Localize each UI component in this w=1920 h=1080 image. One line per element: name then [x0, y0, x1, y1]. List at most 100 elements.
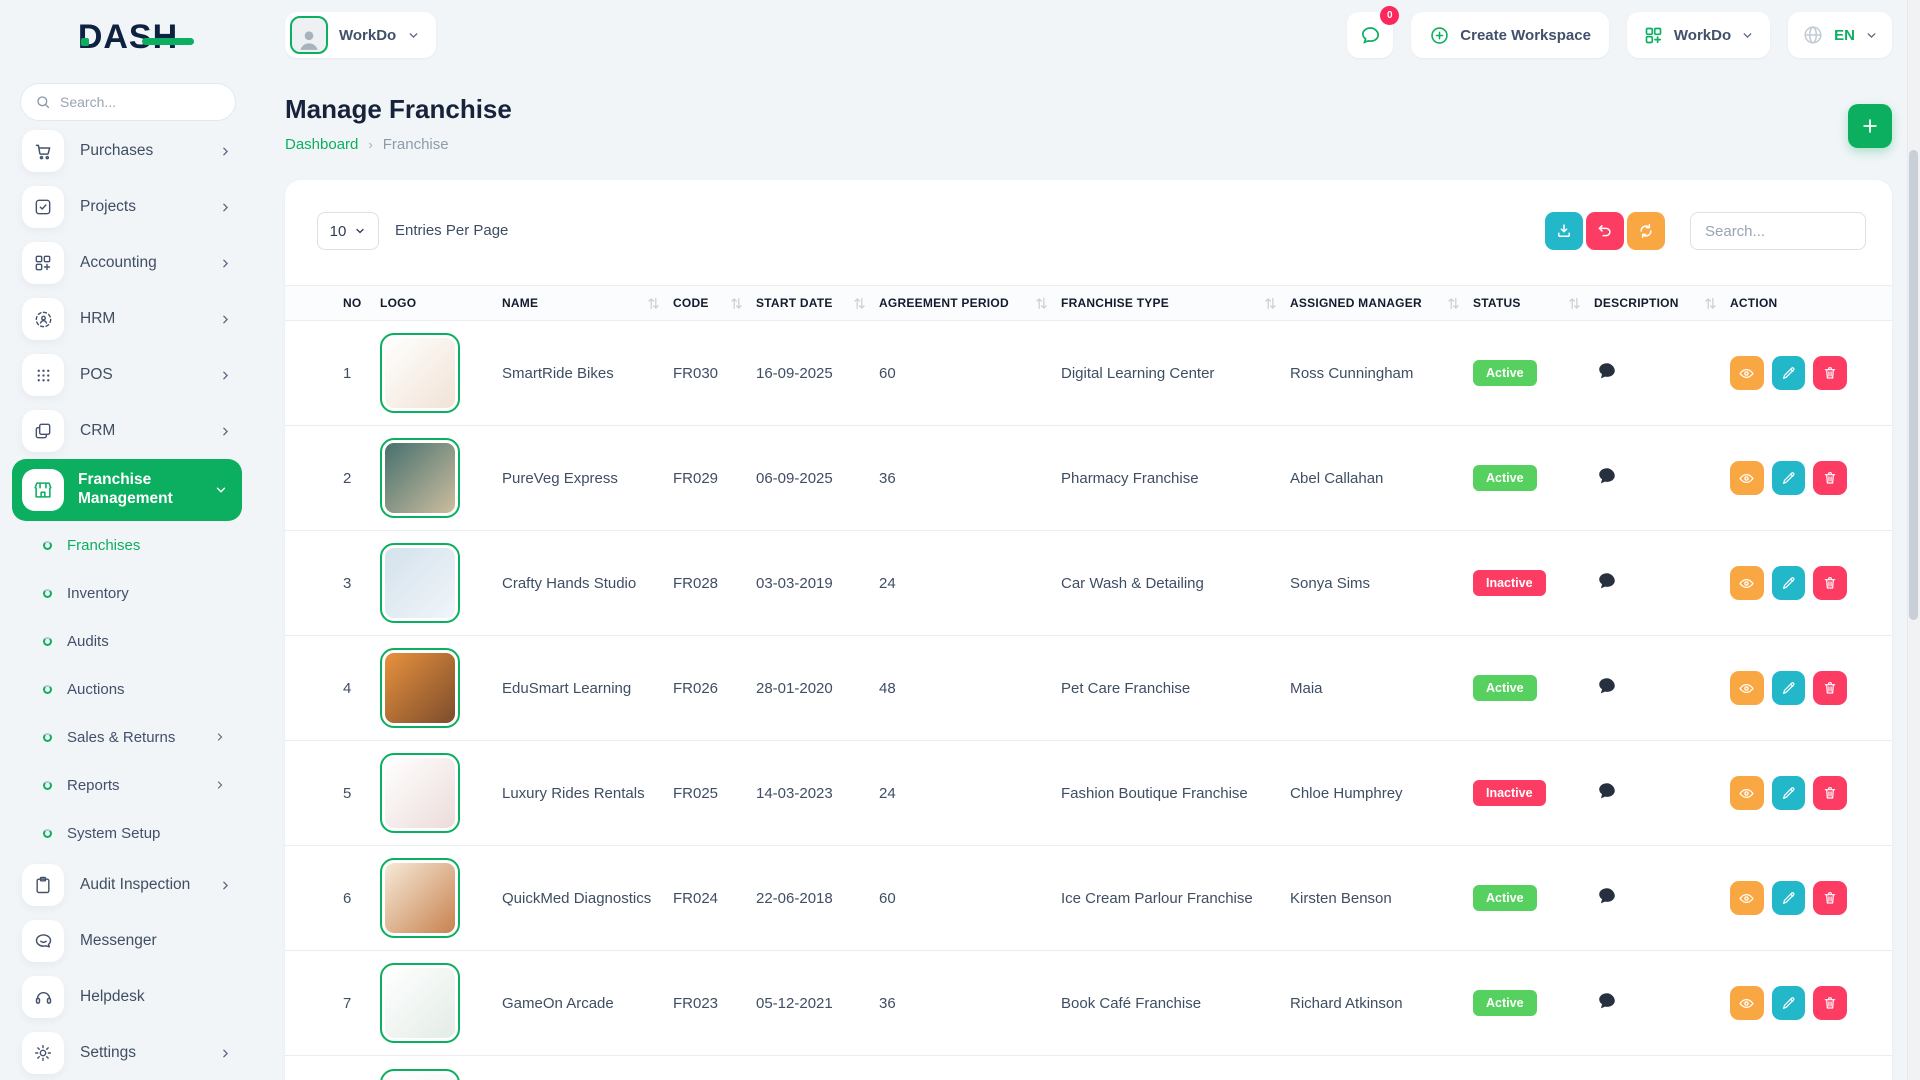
cell-name: QuickMed Diagnostics	[502, 890, 673, 907]
view-button[interactable]	[1730, 566, 1764, 600]
sidebar-item-label: Settings	[80, 1044, 203, 1062]
table-row: 1 SmartRide Bikes FR030 16-09-2025 60 Di…	[285, 321, 1892, 426]
export-download-button[interactable]	[1545, 212, 1583, 250]
delete-button[interactable]	[1813, 566, 1847, 600]
sidebar-item-helpdesk[interactable]: Helpdesk	[0, 969, 256, 1025]
sidebar-item-projects[interactable]: Projects	[0, 179, 256, 235]
sidebar-subitem-system-setup[interactable]: System Setup	[0, 809, 256, 857]
sidebar-subitem-franchises[interactable]: Franchises	[0, 521, 256, 569]
sidebar-item-label: HRM	[80, 310, 203, 328]
edit-button[interactable]	[1772, 461, 1806, 495]
edit-button[interactable]	[1772, 566, 1806, 600]
sidebar-item-messenger[interactable]: Messenger	[0, 913, 256, 969]
franchise-logo	[380, 1069, 460, 1080]
description-chat-icon[interactable]	[1596, 570, 1618, 592]
bullet-icon	[43, 829, 52, 838]
column-header-start-date[interactable]: START DATE	[756, 296, 879, 310]
franchise-logo	[380, 648, 460, 728]
sidebar-item-franchise-management[interactable]: Franchise Management	[12, 459, 242, 521]
sidebar-subitem-reports[interactable]: Reports	[0, 761, 256, 809]
workspace-switcher[interactable]: WorkDo	[285, 12, 436, 58]
status-badge: Inactive	[1473, 570, 1546, 596]
description-chat-icon[interactable]	[1596, 780, 1618, 802]
column-header-status[interactable]: STATUS	[1473, 296, 1594, 310]
sidebar-item-settings[interactable]: Settings	[0, 1025, 256, 1080]
view-button[interactable]	[1730, 671, 1764, 705]
language-selector[interactable]: EN	[1788, 12, 1892, 58]
view-button[interactable]	[1730, 881, 1764, 915]
delete-button[interactable]	[1813, 356, 1847, 390]
trash-icon	[1822, 995, 1838, 1011]
scrollbar-thumb[interactable]	[1909, 150, 1918, 620]
cell-no: 4	[343, 680, 380, 697]
sidebar: DASH Purchases Projects Accounting HRM	[0, 0, 256, 1080]
column-header-code[interactable]: CODE	[673, 296, 756, 310]
franchise-table-card: 10 Entries Per Page	[285, 180, 1892, 1080]
sidebar-subitem-sales-returns[interactable]: Sales & Returns	[0, 713, 256, 761]
column-header-description[interactable]: DESCRIPTION	[1594, 296, 1730, 310]
sidebar-search-input[interactable]	[60, 94, 210, 110]
delete-button[interactable]	[1813, 881, 1847, 915]
cart-icon	[22, 130, 64, 172]
refresh-button[interactable]	[1627, 212, 1665, 250]
table-search-input[interactable]	[1690, 212, 1866, 250]
sidebar-item-accounting[interactable]: Accounting	[0, 235, 256, 291]
description-chat-icon[interactable]	[1596, 465, 1618, 487]
sidebar-subitem-auctions[interactable]: Auctions	[0, 665, 256, 713]
workdo-menu-button[interactable]: WorkDo	[1627, 12, 1770, 58]
messages-button[interactable]: 0	[1347, 12, 1393, 58]
description-chat-icon[interactable]	[1596, 675, 1618, 697]
cell-no: 2	[343, 470, 380, 487]
sidebar-item-label: Helpdesk	[80, 988, 203, 1006]
chevron-right-icon	[219, 201, 232, 214]
sidebar-item-audit-inspection[interactable]: Audit Inspection	[0, 857, 256, 913]
sidebar-item-hrm[interactable]: HRM	[0, 291, 256, 347]
undo-button[interactable]	[1586, 212, 1624, 250]
check-square-icon	[22, 186, 64, 228]
eye-icon	[1738, 470, 1755, 487]
sidebar-item-crm[interactable]: CRM	[0, 403, 256, 459]
cell-name: Crafty Hands Studio	[502, 575, 673, 592]
page-scrollbar	[1907, 0, 1920, 1080]
edit-button[interactable]	[1772, 671, 1806, 705]
cell-franchise-type: Pet Care Franchise	[1061, 680, 1290, 697]
entries-per-page-select[interactable]: 10	[317, 212, 379, 250]
sidebar-subitem-audits[interactable]: Audits	[0, 617, 256, 665]
sidebar-item-purchases[interactable]: Purchases	[0, 123, 256, 179]
search-icon	[35, 94, 51, 110]
headset-icon	[22, 976, 64, 1018]
view-button[interactable]	[1730, 986, 1764, 1020]
chevron-right-icon	[219, 879, 232, 892]
add-franchise-button[interactable]	[1848, 104, 1892, 148]
column-header-agreement-period[interactable]: AGREEMENT PERIOD	[879, 296, 1061, 310]
chat-bubble-icon	[1359, 24, 1382, 47]
edit-button[interactable]	[1772, 776, 1806, 810]
cell-name: EduSmart Learning	[502, 680, 673, 697]
cards-icon	[22, 410, 64, 452]
edit-button[interactable]	[1772, 986, 1806, 1020]
sidebar-item-label: Messenger	[80, 932, 203, 950]
description-chat-icon[interactable]	[1596, 360, 1618, 382]
delete-button[interactable]	[1813, 776, 1847, 810]
delete-button[interactable]	[1813, 461, 1847, 495]
view-button[interactable]	[1730, 776, 1764, 810]
column-header-name[interactable]: NAME	[502, 296, 673, 310]
sidebar-subitem-inventory[interactable]: Inventory	[0, 569, 256, 617]
cell-agreement-period: 24	[879, 785, 1061, 802]
edit-button[interactable]	[1772, 881, 1806, 915]
create-workspace-button[interactable]: Create Workspace	[1411, 12, 1609, 58]
sort-icon	[1036, 297, 1047, 310]
view-button[interactable]	[1730, 356, 1764, 390]
edit-button[interactable]	[1772, 356, 1806, 390]
breadcrumb-dashboard-link[interactable]: Dashboard	[285, 136, 358, 153]
column-header-assigned-manager[interactable]: ASSIGNED MANAGER	[1290, 296, 1473, 310]
delete-button[interactable]	[1813, 986, 1847, 1020]
description-chat-icon[interactable]	[1596, 885, 1618, 907]
description-chat-icon[interactable]	[1596, 990, 1618, 1012]
table-row: 3 Crafty Hands Studio FR028 03-03-2019 2…	[285, 531, 1892, 636]
column-header-franchise-type[interactable]: FRANCHISE TYPE	[1061, 296, 1290, 310]
create-workspace-label: Create Workspace	[1460, 27, 1591, 44]
sidebar-item-pos[interactable]: POS	[0, 347, 256, 403]
view-button[interactable]	[1730, 461, 1764, 495]
delete-button[interactable]	[1813, 671, 1847, 705]
